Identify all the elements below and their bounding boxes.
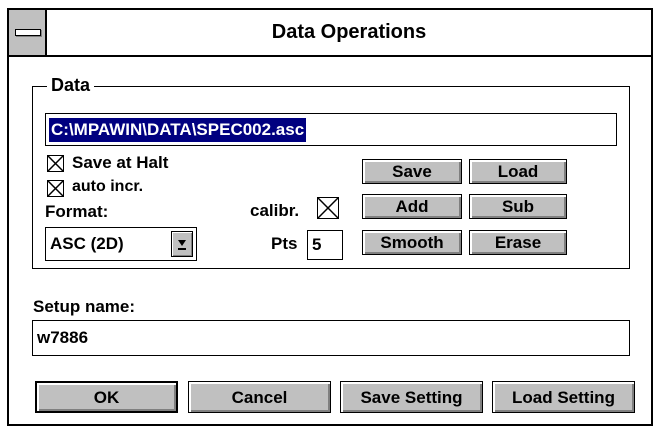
data-path-field[interactable]: C:\MPAWIN\DATA\SPEC002.asc <box>45 113 617 146</box>
format-label: Format: <box>45 202 109 221</box>
window-title: Data Operations <box>271 21 427 43</box>
checkbox-x-icon <box>48 181 63 196</box>
cancel-button[interactable]: Cancel <box>188 381 331 413</box>
save-at-halt-checkbox[interactable] <box>47 155 64 172</box>
setup-name-input[interactable]: w7886 <box>32 320 630 356</box>
save-setting-button[interactable]: Save Setting <box>340 381 483 413</box>
pts-label: Pts <box>271 234 298 253</box>
system-menu-icon[interactable] <box>9 10 47 55</box>
checkbox-x-icon <box>48 156 63 171</box>
checkbox-x-icon <box>318 198 338 218</box>
save-at-halt-label: Save at Halt <box>72 153 169 172</box>
sub-data-button[interactable]: Sub <box>469 194 567 219</box>
format-select[interactable]: ASC (2D) <box>45 227 197 261</box>
data-group-label: Data <box>47 75 95 96</box>
save-data-button[interactable]: Save <box>362 159 462 184</box>
title-bar: Data Operations <box>9 10 651 57</box>
load-data-button[interactable]: Load <box>469 159 567 184</box>
add-data-button[interactable]: Add <box>362 194 462 219</box>
load-setting-button[interactable]: Load Setting <box>492 381 635 413</box>
ok-button[interactable]: OK <box>35 381 178 413</box>
smooth-button[interactable]: Smooth <box>362 230 462 255</box>
auto-incr-label: auto incr. <box>72 178 144 195</box>
auto-incr-checkbox[interactable] <box>47 180 64 197</box>
pts-input[interactable]: 5 <box>307 230 343 260</box>
setup-name-label: Setup name: <box>33 297 136 316</box>
calibr-label: calibr. <box>250 201 300 220</box>
dropdown-arrow-icon[interactable] <box>171 231 193 257</box>
erase-button[interactable]: Erase <box>469 230 567 255</box>
format-value: ASC (2D) <box>50 234 124 253</box>
calibr-checkbox[interactable] <box>317 197 339 219</box>
data-path-value: C:\MPAWIN\DATA\SPEC002.asc <box>49 118 307 142</box>
